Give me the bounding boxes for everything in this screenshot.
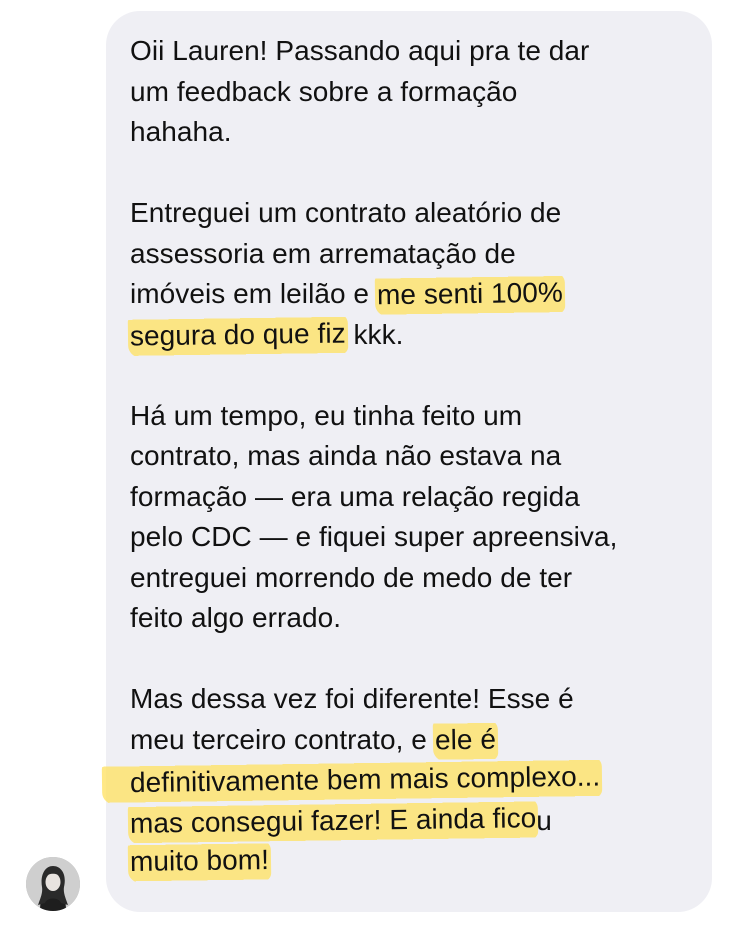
highlighted-text: me senti 100%: [374, 272, 566, 316]
message-text: meu terceiro contrato, e: [130, 723, 435, 755]
message-line: Oii Lauren! Passando aqui pra te dar: [130, 35, 590, 66]
message-line: assessoria em arrematação de: [130, 237, 516, 269]
message-line: muito bom!: [127, 840, 692, 883]
highlighted-text: mas consegui fazer! E ainda fico: [127, 797, 539, 844]
message-text: u: [536, 804, 552, 836]
message-line: meu terceiro contrato, e ele é: [130, 719, 692, 761]
highlighted-text: segura do que fiz: [127, 312, 348, 357]
message-paragraph-3: Há um tempo, eu tinha feito um contrato,…: [130, 396, 692, 639]
message-paragraph-2: Entreguei um contrato aleatório de asses…: [127, 193, 692, 357]
highlighted-text: ele é: [432, 719, 498, 761]
message-bubble[interactable]: Oii Lauren! Passando aqui pra te dar um …: [101, 11, 712, 912]
message-text: imóveis em leilão e: [130, 278, 377, 309]
message-line: feito algo errado.: [130, 602, 342, 633]
message-line: formação — era uma relação regida: [130, 480, 580, 512]
avatar-silhouette-icon: [26, 857, 80, 911]
message-line: imóveis em leilão e me senti 100%: [130, 272, 692, 316]
message-line: entreguei morrendo de medo de ter: [130, 561, 573, 593]
message-line: Mas dessa vez foi diferente! Esse é: [130, 683, 574, 714]
message-text: kkk.: [345, 318, 404, 350]
highlighted-text: definitivamente bem mais complexo...: [101, 756, 603, 804]
message-line: contrato, mas ainda não estava na: [130, 440, 562, 471]
message-line: pelo CDC — e fiquei super apreensiva,: [130, 521, 618, 552]
message-line: mas consegui fazer! E ainda ficou: [127, 797, 692, 844]
message-line: hahaha.: [130, 116, 232, 147]
message-line: Entreguei um contrato aleatório de: [130, 197, 562, 228]
message-line: definitivamente bem mais complexo...: [101, 756, 692, 804]
message-line: segura do que fiz kkk.: [127, 312, 692, 357]
message-line: um feedback sobre a formação: [130, 75, 518, 107]
highlighted-text: muito bom!: [127, 840, 272, 883]
message-line: Há um tempo, eu tinha feito um: [130, 399, 523, 431]
message-paragraph-4: Mas dessa vez foi diferente! Esse é meu …: [101, 679, 692, 883]
message-paragraph-1: Oii Lauren! Passando aqui pra te dar um …: [130, 31, 692, 153]
profile-photo-avatar-icon[interactable]: [26, 857, 80, 911]
